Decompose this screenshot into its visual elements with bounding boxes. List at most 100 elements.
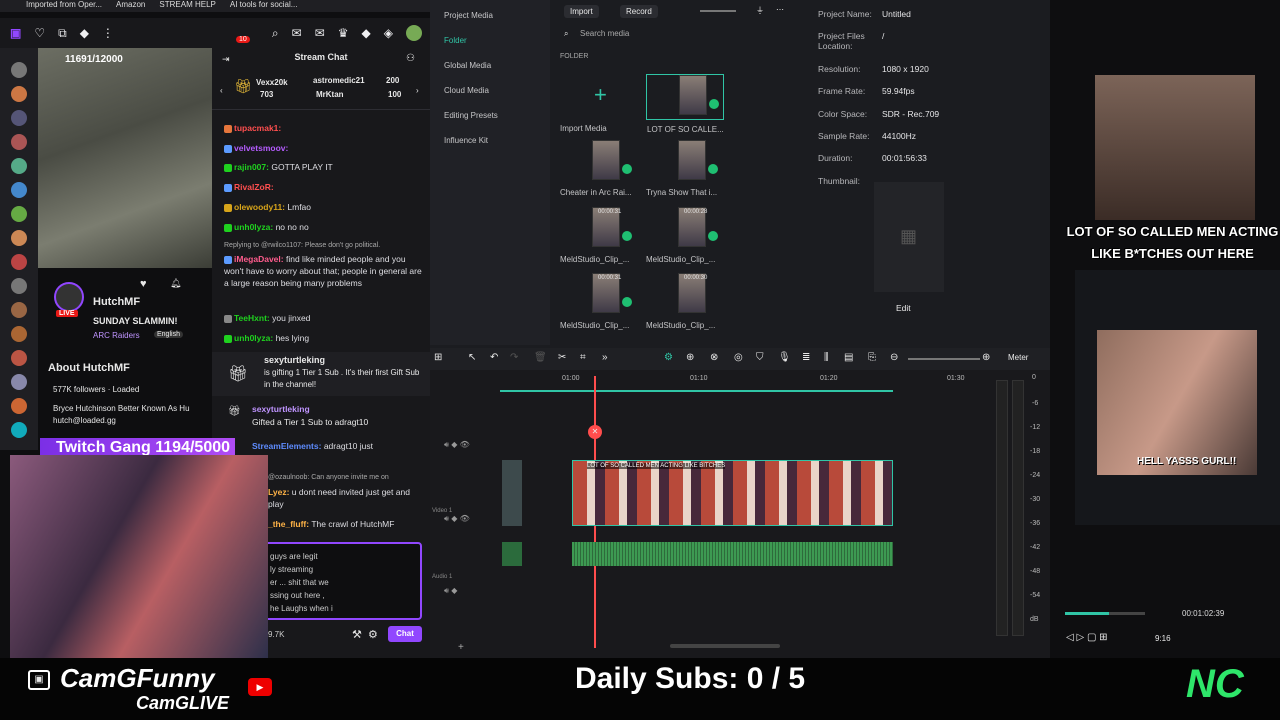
redo-icon[interactable]: ↷ <box>510 352 518 363</box>
channel-avatar[interactable] <box>11 158 27 174</box>
channel-avatar[interactable] <box>11 278 27 294</box>
channel-avatar[interactable] <box>11 110 27 126</box>
audio-clip[interactable] <box>572 542 893 566</box>
export-icon[interactable]: ⎘ <box>868 352 876 363</box>
split-icon[interactable]: ✂ <box>558 352 566 363</box>
aspect-ratio-select[interactable]: 9:16 <box>1155 634 1171 643</box>
nav-cloud-media[interactable]: Cloud Media <box>444 86 489 95</box>
bookmark-item[interactable]: Amazon <box>116 0 145 12</box>
undo-icon[interactable]: ↶ <box>490 352 498 363</box>
player-controls[interactable]: ◁ ▷ ▢ ⊞ <box>1066 632 1108 643</box>
crop-icon[interactable]: ⌗ <box>580 352 586 363</box>
timeline-zoom-slider[interactable] <box>908 358 980 360</box>
record-button[interactable]: Record <box>620 5 658 18</box>
zoom-out-icon[interactable]: ⊖ <box>890 352 898 363</box>
follow-heart-icon[interactable]: ♥ <box>140 278 147 290</box>
snap-icon[interactable]: ⊕ <box>686 352 694 363</box>
inbox-icon[interactable]: ✉ <box>292 26 302 40</box>
media-tile[interactable]: 00:00:31 MeldStudio_Clip_... <box>560 207 638 264</box>
media-tile[interactable]: Cheater in Arc Rai... <box>560 140 638 197</box>
users-icon[interactable]: ⚇ <box>406 53 415 64</box>
bookmark-item[interactable]: Imported from Oper... <box>26 0 102 12</box>
meter-toggle[interactable]: Meter <box>1008 353 1028 362</box>
filter-icon[interactable]: ⏚ <box>756 5 764 16</box>
diamond-icon[interactable]: ◆ <box>362 26 371 40</box>
chevron-left-icon[interactable]: ‹ <box>220 86 223 95</box>
nav-editing-presets[interactable]: Editing Presets <box>444 111 498 120</box>
browse-icon[interactable]: ◆ <box>80 26 89 40</box>
more-icon[interactable]: ⋮ <box>102 26 114 40</box>
media-tile[interactable]: 00:00:28 MeldStudio_Clip_... <box>646 207 724 264</box>
media-tile[interactable]: 00:00:31 MeldStudio_Clip_... <box>560 273 638 330</box>
channel-avatar[interactable] <box>11 326 27 342</box>
audio-clip[interactable] <box>502 542 522 566</box>
timeline-clip[interactable]: LOT OF SO CALLED MEN ACTING LIKE BITCHES <box>572 460 893 526</box>
audio-mix-icon[interactable]: ⫼ <box>824 352 829 363</box>
search-icon[interactable]: ⌕ <box>272 26 279 41</box>
copy-icon[interactable]: ⧉ <box>58 26 67 41</box>
settings-icon[interactable]: ⚙ <box>368 628 378 641</box>
edit-button[interactable]: Edit <box>896 303 911 313</box>
channel-avatar[interactable] <box>11 350 27 366</box>
avatar[interactable] <box>406 25 422 41</box>
nav-influence-kit[interactable]: Influence Kit <box>444 136 488 145</box>
mic-icon[interactable]: 🎙︎ <box>778 352 791 363</box>
track-controls[interactable]: 🔊︎ ◆ 👁︎ <box>444 514 470 524</box>
link-icon[interactable]: ⊗ <box>710 352 718 363</box>
preview-scrubber[interactable] <box>1065 612 1145 615</box>
nav-project-media[interactable]: Project Media <box>444 11 493 20</box>
bookmark-item[interactable]: AI tools for social... <box>230 0 298 12</box>
track-controls[interactable]: 🔊︎ ◆ <box>444 586 457 596</box>
media-tile[interactable]: 00:00:30 MeldStudio_Clip_... <box>646 273 724 330</box>
delete-icon[interactable]: 🗑︎ <box>534 352 547 363</box>
channel-avatar[interactable] <box>11 422 27 438</box>
search-media-input[interactable]: Search media <box>580 29 629 38</box>
playhead-marker[interactable]: ✕ <box>588 425 602 439</box>
import-button[interactable]: Import <box>564 5 599 18</box>
gifter-name[interactable]: sexyturtleking <box>264 355 325 365</box>
crown-icon[interactable]: ♛ <box>338 26 349 40</box>
add-track-icon[interactable]: + <box>458 642 464 653</box>
channel-avatar[interactable] <box>11 86 27 102</box>
nav-folder[interactable]: Folder <box>444 36 467 45</box>
zoom-slider[interactable] <box>700 10 736 12</box>
channel-avatar[interactable] <box>11 302 27 318</box>
ai-icon[interactable]: ⚙ <box>664 352 673 363</box>
media-tile[interactable]: Tryna Show That i... <box>646 140 724 197</box>
language-tag[interactable]: English <box>154 331 183 338</box>
more-icon[interactable]: ⋯ <box>776 5 784 14</box>
zoom-in-icon[interactable]: ⊕ <box>982 352 990 363</box>
channel-avatar[interactable] <box>11 254 27 270</box>
chat-send-button[interactable]: Chat <box>388 626 422 642</box>
layout-icon[interactable]: ⊞ <box>434 352 442 363</box>
channel-avatar[interactable] <box>11 134 27 150</box>
gifter-name[interactable]: sexyturtleking <box>252 404 310 414</box>
track-controls[interactable]: 🔊︎ ◆ 👁︎ <box>444 440 470 450</box>
channel-avatar[interactable] <box>11 374 27 390</box>
channel-avatar[interactable] <box>11 182 27 198</box>
nav-global-media[interactable]: Global Media <box>444 61 491 70</box>
notify-icon[interactable]: 🔔︎ <box>170 278 181 289</box>
channel-avatar[interactable] <box>11 206 27 222</box>
select-icon[interactable]: ↖ <box>468 352 476 363</box>
media-tile[interactable]: LOT OF SO CALLE... <box>646 74 724 134</box>
twitch-logo-icon[interactable]: ▣ <box>10 26 21 40</box>
grid-icon[interactable]: ▤ <box>844 352 853 363</box>
channel-avatar[interactable] <box>11 398 27 414</box>
forward-icon[interactable]: » <box>602 352 608 363</box>
gifter-name[interactable]: astromedic21 <box>313 76 365 85</box>
heart-icon[interactable]: ♡ <box>34 26 45 40</box>
shield-icon[interactable]: ⛉ <box>756 352 764 363</box>
tools-icon[interactable]: ⚒ <box>352 628 362 641</box>
bits-icon[interactable]: ◈ <box>384 26 393 40</box>
timeline-clip[interactable] <box>502 460 522 526</box>
channel-avatar[interactable] <box>11 62 27 78</box>
gifter-name[interactable]: Vexx20k <box>256 78 288 87</box>
stream-preview[interactable]: 11691/12000 <box>38 48 212 268</box>
gifter-name[interactable]: MrKtan <box>316 90 344 99</box>
chevron-right-icon[interactable]: › <box>416 86 419 95</box>
text-icon[interactable]: ≣ <box>802 352 810 363</box>
channel-avatar[interactable] <box>11 230 27 246</box>
streamer-name[interactable]: HutchMF <box>93 296 140 308</box>
color-icon[interactable]: ◎ <box>734 352 743 363</box>
